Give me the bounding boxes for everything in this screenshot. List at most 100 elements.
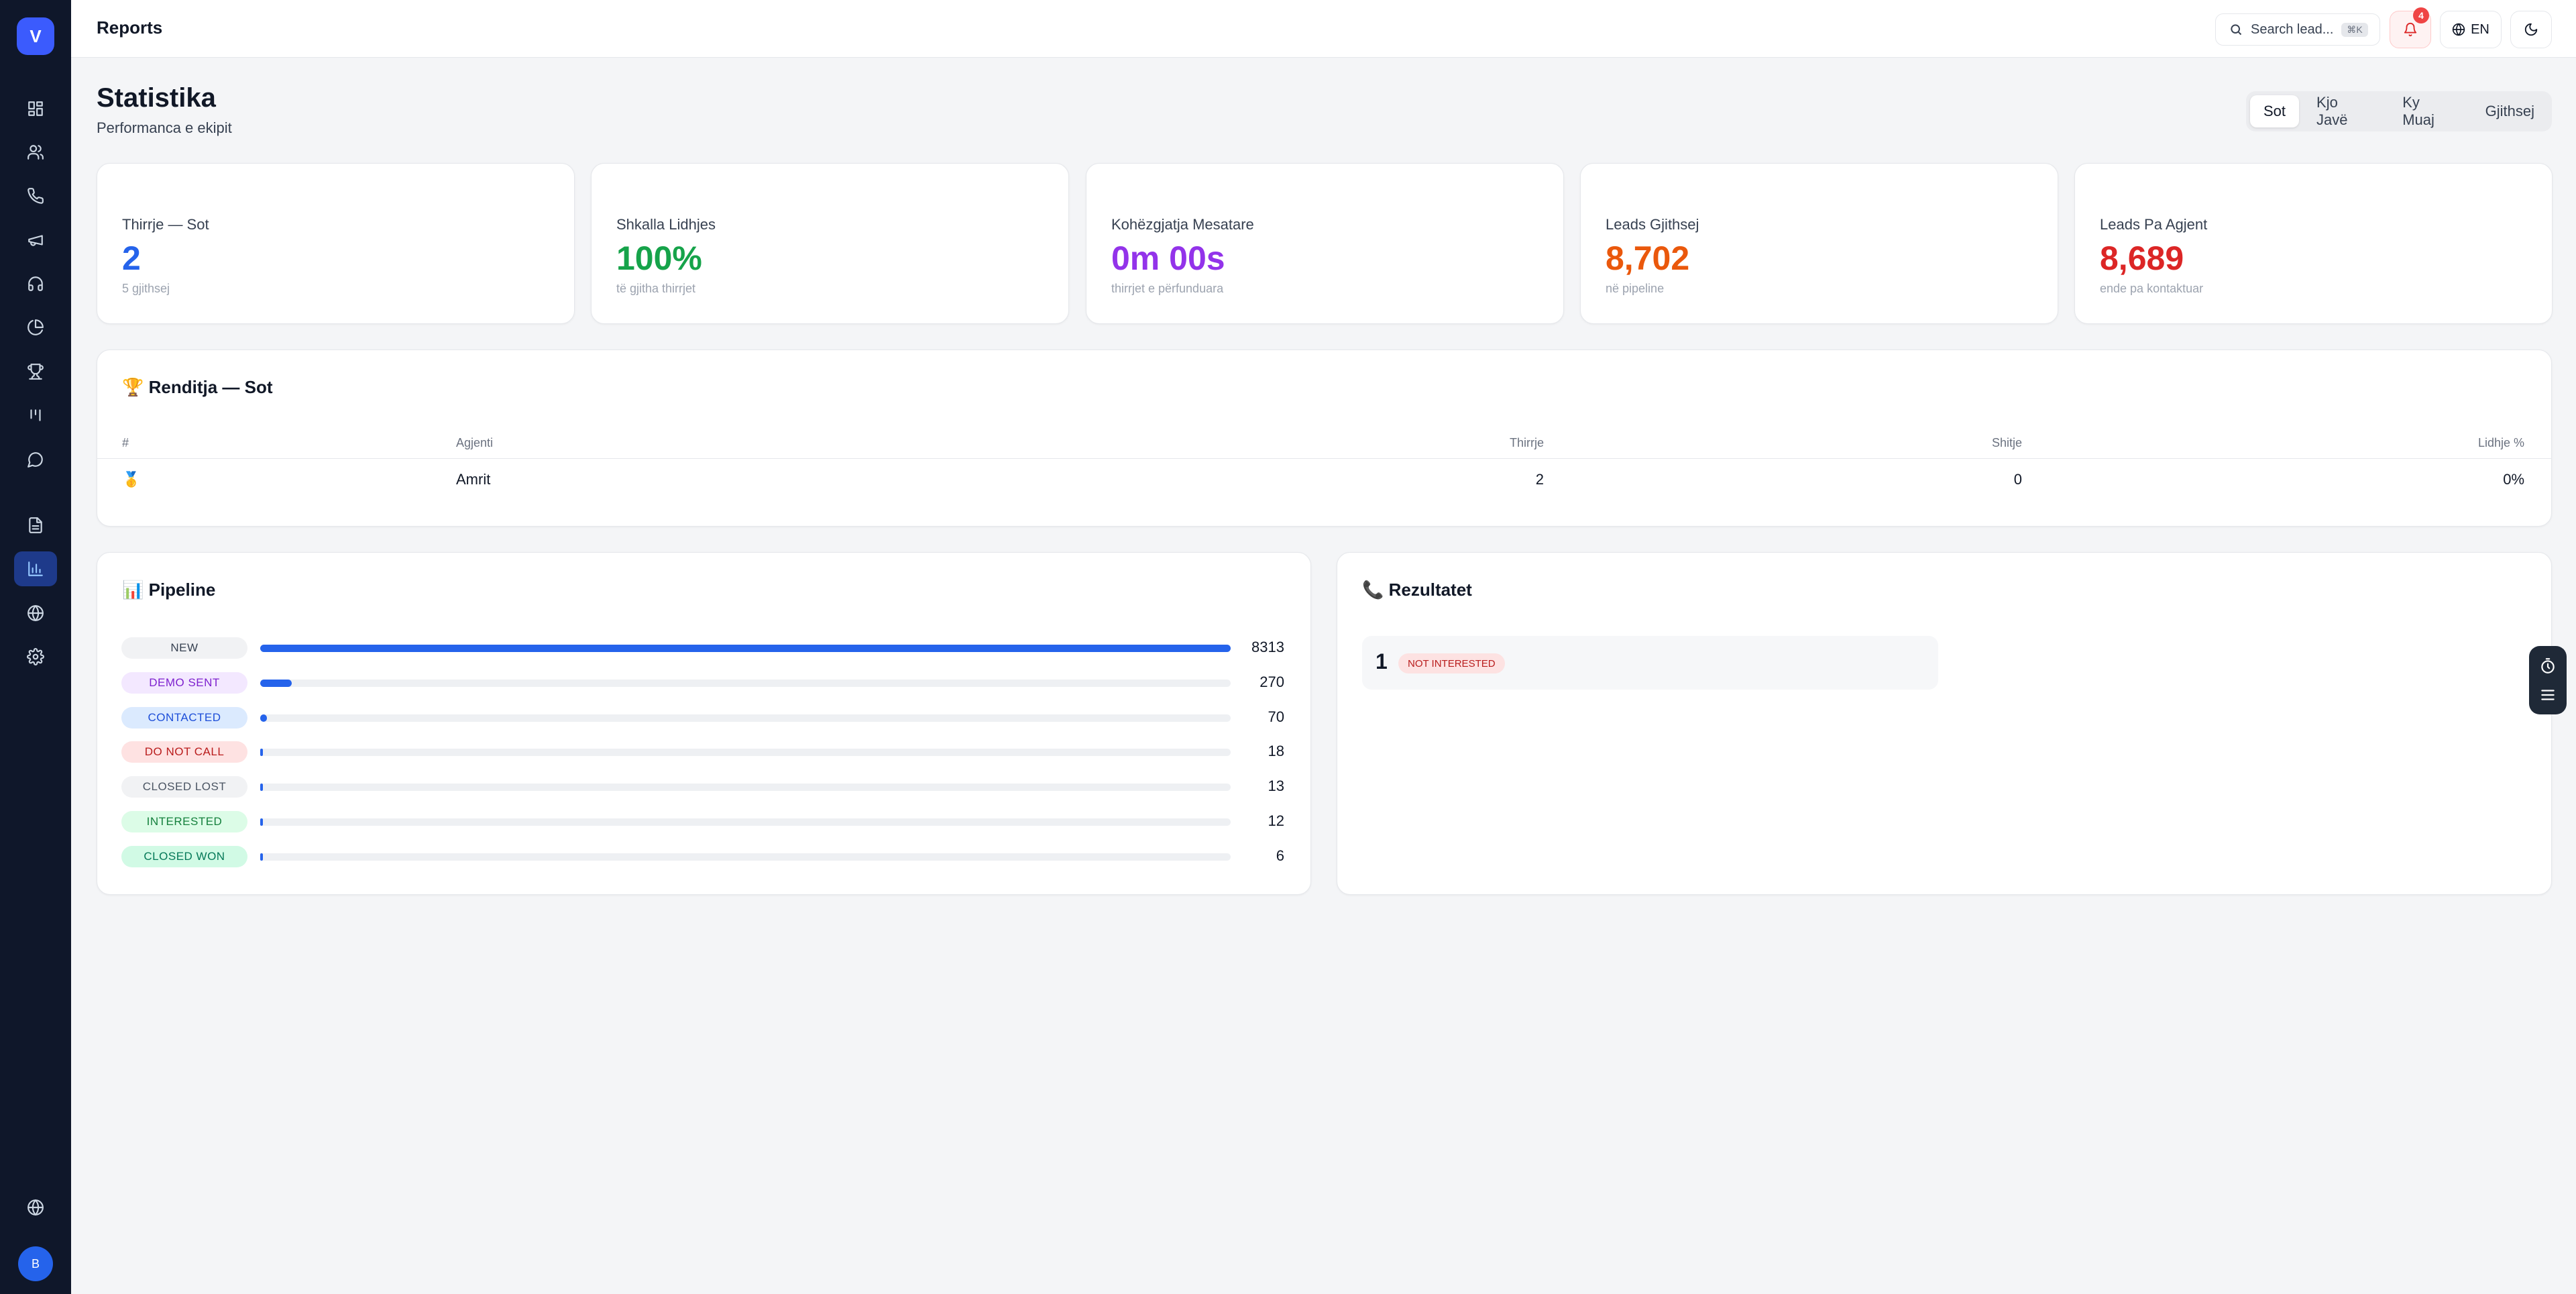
search-input[interactable]: Search lead... ⌘K [2215,13,2380,46]
page-title: Statistika [97,83,216,113]
pipeline-stage-label: CLOSED WON [121,846,247,867]
stat-label: Shkalla Lidhjes [616,216,716,233]
nav-dashboard-icon[interactable] [14,91,57,126]
stat-label: Kohëzgjatja Mesatare [1111,216,1254,233]
stat-card: Leads Pa Agjent 8,689 ende pa kontaktuar [2074,163,2553,324]
nav-users-icon[interactable] [14,135,57,170]
nav-settings-icon[interactable] [14,639,57,674]
period-tab[interactable]: Gjithsej [2472,95,2548,127]
col-header-rank: # [122,436,129,449]
pipeline-row: NEW 8313 [121,637,1284,660]
stat-card: Kohëzgjatja Mesatare 0m 00s thirrjet e për… [1086,163,1564,324]
pipeline-bar-track [260,749,1231,756]
col-header-calls: Thirrje [1509,436,1544,449]
search-icon [2231,24,2242,36]
stat-value: 8,689 [2100,239,2184,277]
bell-icon [2404,23,2417,37]
pipeline-bar-track [260,784,1231,791]
stat-card: Leads Gjithsej 8,702 në pipeline [1580,163,2058,324]
pipeline-row: CLOSED LOST 13 [121,776,1284,799]
agent-rate: 0% [2503,471,2524,488]
nav-pie-chart-icon[interactable] [14,310,57,345]
stat-footnote: thirrjet e përfunduara [1111,282,1224,295]
period-tab[interactable]: Kjo Javë [2303,94,2385,128]
pipeline-bar-fill [260,645,1231,652]
nav-message-icon[interactable] [14,442,57,477]
nav-phone-icon[interactable] [14,178,57,213]
col-header-agent: Agjenti [456,436,494,449]
language-label: EN [2471,21,2489,37]
notification-badge: 4 [2413,7,2429,23]
stat-label: Leads Gjithsej [1606,216,1699,233]
pipeline-bar-track [260,818,1231,826]
pipeline-bar-fill [260,818,263,826]
ranking-title: 🏆 Renditja — Sot [122,377,273,397]
nav-language-globe-icon[interactable] [14,1190,57,1225]
nav-headset-icon[interactable] [14,266,57,301]
stat-value: 8,702 [1606,239,1690,277]
nav-reports-icon[interactable] [14,551,57,586]
pipeline-stage-label: CONTACTED [121,707,247,729]
globe-icon [2452,23,2465,36]
menu-list-icon[interactable] [2539,686,2557,704]
stat-label: Leads Pa Agjent [2100,216,2208,233]
moon-icon [2524,23,2538,36]
results-title: 📞 Rezultatet [1362,580,1472,600]
period-tab[interactable]: Sot [2250,95,2300,127]
col-header-sales: Shitje [1991,436,2022,449]
stat-value: 0m 00s [1111,239,1225,277]
nav-kanban-icon[interactable] [14,398,57,433]
rank-medal: 🥇 [122,471,141,488]
search-shortcut: ⌘K [2341,22,2368,37]
table-divider [97,458,2552,459]
pipeline-bar-fill [260,853,263,861]
page-heading: Reports [97,17,163,38]
period-selector: Sot Kjo Javë Ky Muaj Gjithsej [2246,91,2552,131]
pipeline-count: 12 [1268,812,1284,829]
theme-toggle-button[interactable] [2510,11,2552,48]
app-logo[interactable]: V [17,17,54,55]
stat-value: 100% [616,239,702,277]
pipeline-count: 70 [1268,708,1284,725]
language-button[interactable]: EN [2440,11,2502,48]
period-tab[interactable]: Ky Muaj [2389,94,2467,128]
stat-value: 2 [122,239,141,277]
agent-sales: 0 [2013,471,2022,488]
pipeline-count: 6 [1276,847,1284,864]
stat-card: Thirrje — Sot 2 5 gjithsej [97,163,575,324]
nav-trophy-icon[interactable] [14,354,57,389]
timer-icon[interactable] [2539,657,2557,675]
pipeline-count: 8313 [1251,639,1284,655]
col-header-rate: Lidhje % [2477,436,2524,449]
stat-footnote: të gjitha thirrjet [616,282,696,295]
notifications-button[interactable]: 4 [2390,7,2431,48]
pipeline-title: 📊 Pipeline [122,580,216,600]
floating-toolbar [2529,646,2567,714]
agent-name[interactable]: Amrit [456,471,490,488]
pipeline-bar-track [260,714,1231,722]
pipeline-bar-track [260,853,1231,861]
nav-document-icon[interactable] [14,508,57,543]
sidebar: V B [0,0,71,1294]
pipeline-bar-fill [260,680,292,687]
results-card: 📞 Rezultatet [1337,552,2552,895]
pipeline-bar-fill [260,749,263,756]
pipeline-bar-track [260,645,1231,652]
pipeline-row: INTERESTED 12 [121,811,1284,834]
stat-card: Shkalla Lidhjes 100% të gjitha thirrjet [591,163,1069,324]
pipeline-bar-track [260,680,1231,687]
pipeline-stage-label: DEMO SENT [121,672,247,694]
nav-megaphone-icon[interactable] [14,223,57,258]
user-avatar[interactable]: B [18,1246,53,1281]
stat-footnote: në pipeline [1606,282,1665,295]
topbar: Reports [71,0,2576,58]
result-item: 1 NOT INTERESTED [1362,636,1938,690]
pipeline-row: DO NOT CALL 18 [121,741,1284,764]
pipeline-stage-label: NEW [121,637,247,659]
nav-globe-icon[interactable] [14,596,57,631]
result-badge: NOT INTERESTED [1398,653,1505,673]
pipeline-count: 270 [1259,673,1284,690]
pipeline-row: CONTACTED 70 [121,707,1284,730]
pipeline-stage-label: DO NOT CALL [121,741,247,763]
pipeline-bar-fill [260,714,267,722]
